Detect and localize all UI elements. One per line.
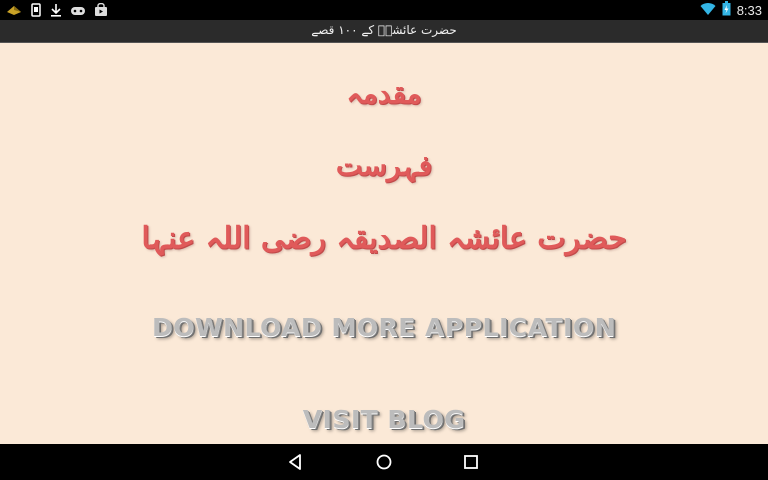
visit-blog-button[interactable]: VISIT BLOG (0, 405, 768, 434)
main-content: مقدمہ فہرست حضرت عائشہ الصدیقہ رضی اللہ … (0, 43, 768, 444)
menu-item-index[interactable]: فہرست (0, 149, 768, 182)
game-controller-icon (70, 2, 86, 21)
notification-icon (6, 2, 22, 21)
status-time: 8:33 (736, 3, 762, 18)
menu-item-biography[interactable]: حضرت عائشہ الصدیقہ رضی اللہ عنہا (0, 221, 768, 256)
recents-icon[interactable] (462, 453, 480, 471)
status-bar: 8:33 (0, 0, 768, 20)
app-title: حضرت عائشہؓ کے ۱۰۰ قصے (311, 23, 457, 37)
status-system: 8:33 (700, 1, 762, 20)
app-bar: حضرت عائشہؓ کے ۱۰۰ قصے (0, 20, 768, 43)
menu-item-introduction[interactable]: مقدمہ (0, 77, 768, 110)
wifi-icon (700, 1, 716, 20)
home-icon[interactable] (375, 453, 393, 471)
shopping-bag-icon (94, 2, 108, 21)
download-more-button[interactable]: DOWNLOAD MORE APPLICATION (0, 313, 768, 342)
battery-icon (722, 1, 731, 20)
status-notifications (6, 2, 108, 21)
navigation-bar (0, 444, 768, 480)
back-icon[interactable] (287, 453, 305, 471)
phone-icon (30, 2, 42, 21)
download-icon (50, 2, 62, 21)
